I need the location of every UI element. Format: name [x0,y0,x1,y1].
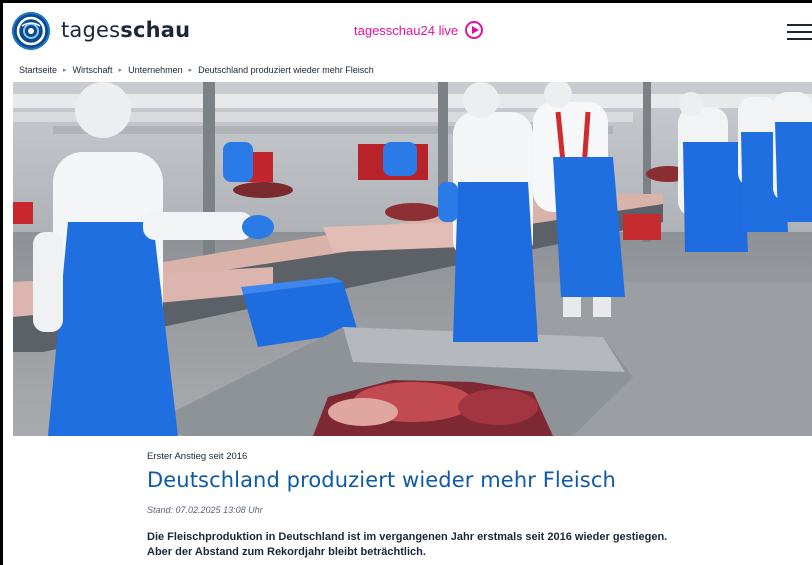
breadcrumb: Startseite ▸ Wirtschaft ▸ Unternehmen ▸ … [19,65,374,75]
page: tagesschau tagesschau24 live Startseite … [3,3,812,565]
chevron-right-icon: ▸ [118,67,123,74]
brand-light: tages [61,18,121,42]
live-stream-link[interactable]: tagesschau24 live [354,21,484,39]
article-lead: Die Fleischproduktion in Deutschland ist… [147,531,668,558]
play-circle-icon [465,21,484,39]
article-kicker: Erster Anstieg seit 2016 [147,451,248,462]
article-headline: Deutschland produziert wieder mehr Fleis… [147,468,616,492]
hamburger-menu-icon[interactable] [787,24,812,40]
breadcrumb-item-wirtschaft[interactable]: Wirtschaft [73,65,113,75]
chevron-right-icon: ▸ [188,67,193,74]
brand-bold: schau [120,18,191,42]
live-label: tagesschau24 live [354,22,459,38]
hero-image [13,82,812,436]
breadcrumb-item-startseite[interactable]: Startseite [19,65,57,75]
breadcrumb-item-current[interactable]: Deutschland produziert wieder mehr Fleis… [198,65,374,75]
site-header: tagesschau tagesschau24 live [3,3,812,58]
chevron-right-icon: ▸ [63,67,67,74]
tagesschau-logo-icon[interactable] [12,12,50,50]
brand-wordmark[interactable]: tagesschau [61,18,190,42]
breadcrumb-item-unternehmen[interactable]: Unternehmen [128,65,183,75]
article-timestamp: Stand: 07.02.2025 13:08 Uhr [147,505,263,515]
